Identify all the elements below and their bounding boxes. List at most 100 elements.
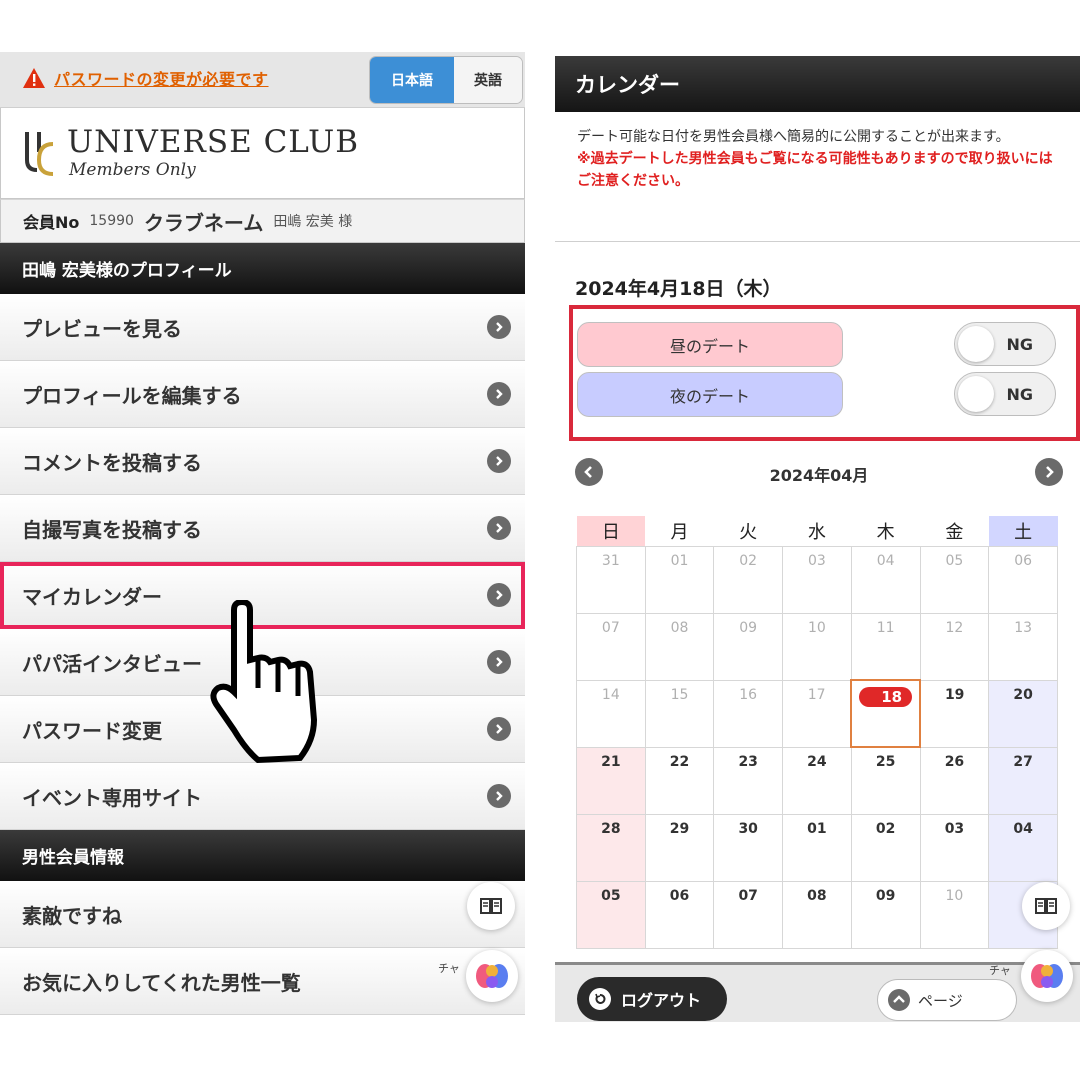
lang-japanese-button[interactable]: 日本語 bbox=[370, 57, 454, 103]
calendar-nav: 2024年04月 bbox=[575, 458, 1063, 488]
calendar-day: 06 bbox=[988, 545, 1058, 614]
calendar-day: 10 bbox=[782, 612, 852, 681]
language-switch: 日本語 英語 bbox=[369, 56, 523, 104]
menu-item[interactable]: 自撮写真を投稿する bbox=[0, 495, 525, 562]
member-no: 15990 bbox=[89, 213, 134, 229]
calendar-day[interactable]: 02 bbox=[850, 813, 921, 882]
brain-icon[interactable] bbox=[466, 950, 518, 1002]
menu-item[interactable]: プロフィールを編集する bbox=[0, 361, 525, 428]
logo-area: UNIVERSE CLUB Members Only bbox=[0, 108, 525, 199]
calendar-day[interactable]: 09 bbox=[850, 880, 921, 949]
logout-label: ログアウト bbox=[621, 991, 702, 1010]
logout-icon bbox=[589, 988, 611, 1010]
menu-item-label: プロフィールを編集する bbox=[22, 383, 242, 408]
pointer-hand-icon bbox=[196, 598, 326, 769]
calendar-day[interactable]: 05 bbox=[576, 880, 646, 949]
day-date-toggle[interactable]: NG bbox=[954, 322, 1056, 366]
date-availability-box: 昼のデート NG 夜のデート NG bbox=[569, 305, 1080, 441]
day-date-label: 昼のデート bbox=[577, 322, 843, 367]
right-panel: カレンダー デート可能な日付を男性会員様へ簡易的に公開することが出来ます。 ※過… bbox=[555, 56, 1080, 1022]
menu-item[interactable]: イベント専用サイト bbox=[0, 763, 525, 830]
chevron-right-icon bbox=[487, 717, 511, 741]
chevron-right-icon bbox=[1046, 466, 1054, 478]
calendar-description: デート可能な日付を男性会員様へ簡易的に公開することが出来ます。 ※過去デートした… bbox=[555, 112, 1080, 242]
chevron-right-icon bbox=[487, 315, 511, 339]
description-warning: ※過去デートした男性会員もご覧になる可能性もありますので取り扱いにはご注意くださ… bbox=[577, 151, 1053, 189]
club-name-label: クラブネーム bbox=[143, 210, 264, 235]
calendar-day[interactable]: 01 bbox=[782, 813, 852, 882]
weekday-header: 土 bbox=[988, 516, 1058, 546]
calendar-day[interactable]: 24 bbox=[782, 746, 852, 815]
menu-item[interactable]: プレビューを見る bbox=[0, 294, 525, 361]
menu-item-label: マイカレンダー bbox=[22, 584, 162, 609]
male-menu-item[interactable]: 素敵ですね bbox=[0, 881, 525, 948]
calendar-day[interactable]: 21 bbox=[576, 746, 646, 815]
calendar-day[interactable]: 23 bbox=[713, 746, 784, 815]
chevron-right-icon bbox=[487, 650, 511, 674]
menu-item[interactable]: コメントを投稿する bbox=[0, 428, 525, 495]
calendar-day: 13 bbox=[988, 612, 1058, 681]
calendar-day[interactable]: 08 bbox=[782, 880, 852, 949]
next-month-button[interactable] bbox=[1035, 458, 1063, 486]
chat-widget-label[interactable]: チャ bbox=[989, 962, 1011, 978]
calendar-day: 09 bbox=[713, 612, 784, 681]
male-menu: 素敵ですねお気に入りしてくれた男性一覧 bbox=[0, 881, 525, 1015]
calendar-day[interactable]: 28 bbox=[576, 813, 646, 882]
calendar-day[interactable]: 18 bbox=[850, 679, 922, 748]
calendar-day[interactable]: 29 bbox=[644, 813, 715, 882]
weekday-header: 木 bbox=[876, 521, 895, 543]
logo-subtitle: Members Only bbox=[69, 160, 196, 180]
calendar-day[interactable]: 03 bbox=[919, 813, 990, 882]
chevron-right-icon bbox=[487, 382, 511, 406]
weekday-header: 金 bbox=[945, 521, 964, 543]
calendar-day[interactable]: 30 bbox=[713, 813, 784, 882]
chevron-right-icon bbox=[487, 516, 511, 540]
night-date-label: 夜のデート bbox=[577, 372, 843, 417]
book-icon[interactable] bbox=[1022, 882, 1070, 930]
night-date-toggle[interactable]: NG bbox=[954, 372, 1056, 416]
description-text: デート可能な日付を男性会員様へ簡易的に公開することが出来ます。 bbox=[577, 129, 1010, 145]
member-no-label: 会員No bbox=[23, 213, 80, 232]
calendar-day: 14 bbox=[576, 679, 646, 748]
calendar-day[interactable]: 06 bbox=[644, 880, 715, 949]
calendar-day[interactable]: 27 bbox=[988, 746, 1058, 815]
menu-item-label: 素敵ですね bbox=[22, 903, 122, 928]
menu-item-label: お気に入りしてくれた男性一覧 bbox=[22, 970, 301, 995]
warning-link[interactable]: パスワードの変更が必要です bbox=[54, 66, 269, 90]
calendar-day[interactable]: 04 bbox=[988, 813, 1058, 882]
night-status: NG bbox=[1006, 385, 1033, 404]
book-icon[interactable] bbox=[467, 882, 515, 930]
calendar-day[interactable]: 19 bbox=[919, 679, 990, 748]
calendar-day[interactable]: 26 bbox=[919, 746, 990, 815]
calendar-day[interactable]: 25 bbox=[850, 746, 921, 815]
calendar-day[interactable]: 20 bbox=[988, 679, 1058, 748]
toggle-knob bbox=[958, 326, 994, 362]
calendar-day: 31 bbox=[576, 545, 646, 614]
chevron-up-icon bbox=[888, 989, 910, 1011]
weekday-header: 日 bbox=[576, 516, 646, 546]
weekday-header: 月 bbox=[670, 521, 689, 543]
calendar-header: カレンダー bbox=[555, 56, 1080, 112]
calendar-day[interactable]: 07 bbox=[713, 880, 784, 949]
lang-english-button[interactable]: 英語 bbox=[454, 57, 522, 103]
calendar-day[interactable]: 22 bbox=[644, 746, 715, 815]
chat-widget-label[interactable]: チャ bbox=[438, 960, 460, 976]
brain-icon[interactable] bbox=[1021, 950, 1073, 1002]
club-name: 田嶋 宏美 様 bbox=[273, 214, 353, 230]
logout-button[interactable]: ログアウト bbox=[577, 977, 727, 1021]
calendar-day: 04 bbox=[850, 545, 921, 614]
menu-item-label: パパ活インタビュー bbox=[22, 651, 202, 676]
universe-club-logo-icon bbox=[23, 130, 61, 182]
calendar-day: 03 bbox=[782, 545, 852, 614]
male-menu-item[interactable]: お気に入りしてくれた男性一覧 bbox=[0, 948, 525, 1015]
menu-item-label: イベント専用サイト bbox=[22, 785, 202, 810]
page-top-button[interactable]: ページ bbox=[877, 979, 1017, 1021]
password-warning[interactable]: パスワードの変更が必要です bbox=[22, 66, 269, 90]
calendar-day: 17 bbox=[782, 679, 852, 748]
calendar-day: 12 bbox=[919, 612, 990, 681]
male-section-header: 男性会員情報 bbox=[0, 830, 525, 881]
calendar-day: 15 bbox=[644, 679, 715, 748]
calendar-day: 05 bbox=[919, 545, 990, 614]
page-top-label: ページ bbox=[918, 991, 963, 1010]
calendar-day: 08 bbox=[644, 612, 715, 681]
